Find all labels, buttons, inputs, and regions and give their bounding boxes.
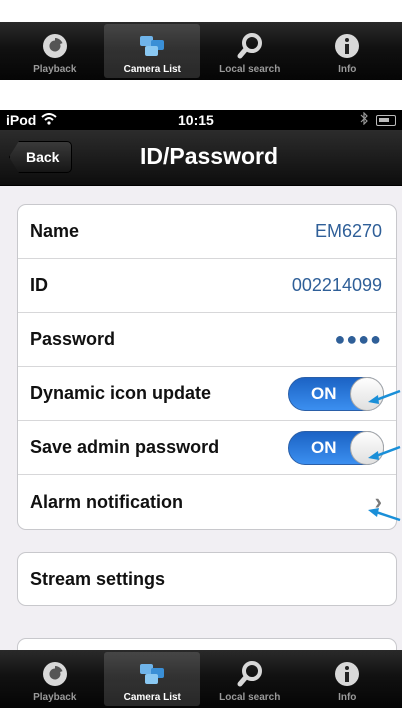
name-label: Name <box>30 221 80 241</box>
battery-icon <box>376 114 396 126</box>
alarm-notification-row[interactable]: Alarm notification › <box>18 475 396 529</box>
top-tab-bar: Playback Camera List Local search Info <box>0 22 402 80</box>
bluetooth-icon <box>360 111 368 128</box>
id-row[interactable]: ID 002214099 <box>18 259 396 313</box>
password-label: Password <box>30 329 116 349</box>
dynamic-icon-update-label: Dynamic icon update <box>30 383 212 403</box>
playback-icon <box>38 31 72 61</box>
next-group <box>17 638 397 650</box>
bottom-tab-bar: Playback Camera List Local search Info <box>0 650 402 708</box>
tab-camera-list-label: Camera List <box>123 64 181 75</box>
tab-local-search-label: Local search <box>219 692 281 703</box>
tab-local-search-label: Local search <box>219 64 281 75</box>
tab-camera-list-label: Camera List <box>123 692 181 703</box>
password-row[interactable]: Password ●●●● <box>18 313 396 367</box>
save-admin-toggle-state: ON <box>311 437 337 457</box>
alarm-notification-label: Alarm notification <box>30 491 184 512</box>
tab-playback-label: Playback <box>33 692 77 703</box>
annotation-arrow-icon <box>368 508 401 522</box>
tab-playback[interactable]: Playback <box>7 652 103 706</box>
dynamic-icon-update-row: Dynamic icon update ON <box>18 367 396 421</box>
wifi-icon <box>41 112 57 128</box>
tab-playback-label: Playback <box>33 64 77 75</box>
save-admin-password-row: Save admin password ON <box>18 421 396 475</box>
camera-list-icon <box>135 659 169 689</box>
tab-local-search[interactable]: Local search <box>202 652 298 706</box>
tab-info-label: Info <box>338 64 357 75</box>
navigation-bar: Back ID/Password <box>0 130 402 186</box>
search-icon <box>233 31 267 61</box>
stream-settings-label: Stream settings <box>30 568 166 589</box>
clock: 10:15 <box>178 112 214 128</box>
page-title: ID/Password <box>139 143 279 169</box>
search-icon <box>233 659 267 689</box>
dynamic-toggle-state: ON <box>311 383 337 403</box>
info-icon <box>330 31 364 61</box>
id-label: ID <box>30 275 48 295</box>
playback-icon <box>38 659 72 689</box>
stream-settings-row[interactable]: Stream settings <box>18 553 396 605</box>
tab-local-search[interactable]: Local search <box>202 24 298 78</box>
stream-group: Stream settings <box>17 552 397 606</box>
annotation-arrow-icon <box>368 389 401 404</box>
tab-info-label: Info <box>338 692 357 703</box>
tab-camera-list[interactable]: Camera List <box>104 652 201 706</box>
password-value: ●●●● <box>334 329 382 349</box>
tab-info[interactable]: Info <box>299 652 395 706</box>
save-admin-password-label: Save admin password <box>30 437 220 457</box>
tab-playback[interactable]: Playback <box>7 24 103 78</box>
info-icon <box>330 659 364 689</box>
name-row[interactable]: Name EM6270 <box>18 205 396 259</box>
settings-group: Name EM6270 ID 002214099 Password ●●●● D… <box>17 204 397 530</box>
settings-content: Name EM6270 ID 002214099 Password ●●●● D… <box>0 186 402 650</box>
id-value: 002214099 <box>291 275 382 295</box>
carrier-label: iPod <box>6 112 37 128</box>
annotation-arrow-icon <box>368 445 401 460</box>
camera-list-icon <box>135 31 169 61</box>
status-bar: iPod 10:15 <box>0 110 402 130</box>
tab-camera-list[interactable]: Camera List <box>104 24 201 78</box>
name-value: EM6270 <box>314 221 382 241</box>
tab-info[interactable]: Info <box>299 24 395 78</box>
